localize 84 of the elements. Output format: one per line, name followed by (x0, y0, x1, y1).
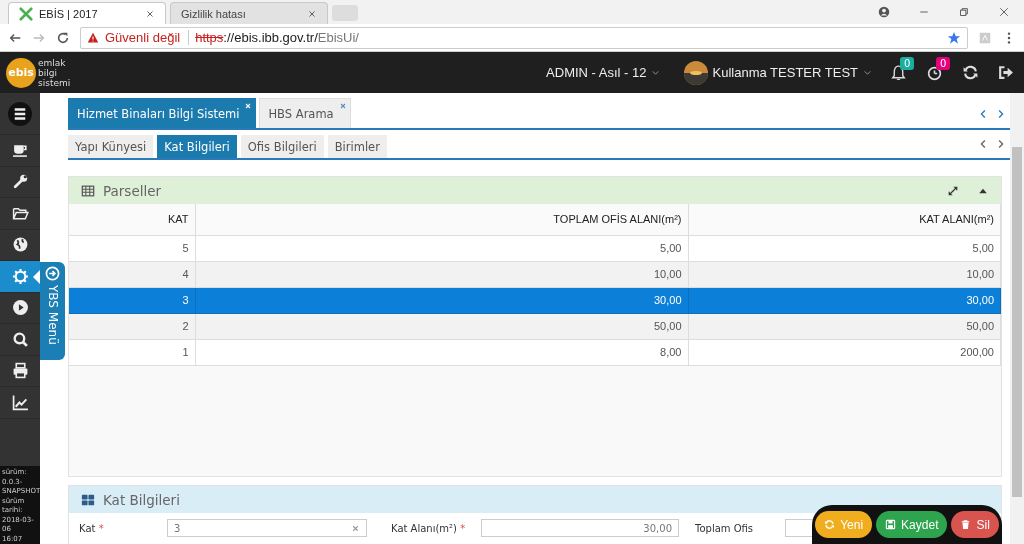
count-badge: 0 (900, 56, 915, 70)
security-label: Güvenli değil (105, 30, 190, 45)
table-cell: 10,00 (688, 261, 1001, 287)
reload-icon[interactable] (56, 30, 70, 45)
grid-icon (81, 492, 95, 507)
close-icon[interactable] (307, 8, 317, 19)
user-menu[interactable]: Kullanma TESTER TEST (683, 60, 872, 85)
select-field[interactable]: 3 (167, 519, 367, 537)
chart-icon (11, 393, 29, 411)
table-row[interactable]: 4 10,00 10,00 (69, 261, 1001, 287)
logo-mark: ebis (6, 57, 36, 88)
module-tab[interactable]: HBS Arama (259, 98, 351, 128)
table-cell: 200,00 (688, 339, 1001, 365)
table-cell: 10,00 (195, 261, 688, 287)
input-field[interactable]: 30,00 (481, 519, 679, 537)
table-cell: 2 (69, 313, 195, 339)
panel-title: Parseller (103, 182, 162, 199)
column-header[interactable]: KAT ALANI(m²) (688, 204, 1001, 235)
url-text: https://ebis.ibb.gov.tr/EbisUi/ (195, 30, 360, 45)
wrench-icon (11, 173, 29, 191)
table-cell: 50,00 (688, 313, 1001, 339)
caret-icon (650, 68, 660, 77)
sub-tab[interactable]: Ofis Bilgileri (240, 135, 324, 158)
table-row[interactable]: 3 30,00 30,00 (69, 287, 1001, 313)
table-cell: 5,00 (195, 235, 688, 261)
browser-tab[interactable]: EBİS | 2017 (8, 2, 166, 24)
search-icon (11, 330, 29, 348)
expand-icon[interactable] (947, 184, 959, 197)
refresh-icon (824, 519, 836, 530)
column-header[interactable]: KAT (69, 204, 195, 235)
table-cell: 8,00 (195, 339, 688, 365)
table-cell: 5 (69, 235, 195, 261)
sub-tab[interactable]: Kat Bilgileri (157, 135, 237, 158)
gear-icon (11, 267, 29, 285)
table-cell: 30,00 (688, 287, 1001, 313)
scrollbar[interactable] (1010, 93, 1024, 544)
close-icon[interactable] (998, 6, 1010, 18)
account-icon (878, 6, 890, 18)
table-cell: 1 (69, 339, 195, 365)
globe-icon (11, 236, 29, 254)
address-field[interactable]: Güvenli değil https://ebis.ibb.gov.tr/EbisUi/ (80, 26, 968, 49)
side-menu-tab[interactable]: YBS Menü (40, 262, 65, 360)
field-label: Kat Alanı(m²) * (391, 522, 467, 534)
menu-icon (8, 101, 32, 126)
table-row[interactable]: 5 5,00 5,00 (69, 235, 1001, 261)
logout-icon[interactable] (997, 64, 1014, 81)
count-badge: 0 (936, 56, 951, 70)
logo-text: emlak bilgi sistemi (38, 57, 71, 88)
role-menu[interactable]: ADMIN - Asıl - 12 (546, 65, 660, 80)
table-cell: 5,00 (688, 235, 1001, 261)
sidebar-item[interactable] (0, 261, 40, 293)
sub-tab[interactable]: Birimler (327, 135, 387, 158)
trash-icon (960, 519, 972, 530)
close-icon[interactable] (244, 102, 253, 110)
table-cell: 50,00 (195, 313, 688, 339)
warning-icon (87, 31, 99, 44)
scroll-thumb[interactable] (1012, 147, 1022, 497)
sub-tab[interactable]: Yapı Künyesi (68, 135, 154, 158)
table-cell: 4 (69, 261, 195, 287)
refresh-icon[interactable] (962, 64, 979, 81)
avatar-icon (683, 60, 708, 85)
table-row[interactable]: 2 50,00 50,00 (69, 313, 1001, 339)
printer-icon (11, 362, 29, 380)
x-logo-icon (19, 6, 33, 21)
table-row[interactable]: 1 8,00 200,00 (69, 339, 1001, 365)
clear-icon[interactable] (351, 523, 360, 533)
close-icon[interactable] (145, 8, 155, 19)
table-cell: 3 (69, 287, 195, 313)
module-tab[interactable]: Hizmet Binaları Bilgi Sistemi (68, 98, 257, 128)
column-header[interactable]: TOPLAM OFİS ALANI(m²) (195, 204, 688, 235)
browser-tab[interactable]: Gizlilik hatası (170, 2, 328, 24)
table-icon (81, 183, 95, 198)
field-label: Toplam Ofis (695, 522, 755, 534)
panel-title: Kat Bilgileri (103, 491, 180, 508)
close-icon[interactable] (338, 102, 347, 110)
field-label: Kat * (79, 522, 105, 534)
caret-icon (863, 68, 872, 77)
play-icon (11, 299, 29, 317)
delete-button[interactable]: Sil (951, 511, 999, 538)
arrow-circle-icon (45, 266, 60, 281)
star-icon[interactable] (947, 30, 961, 45)
restore-icon[interactable] (958, 6, 970, 18)
save-icon (885, 519, 897, 530)
table-cell: 30,00 (195, 287, 688, 313)
